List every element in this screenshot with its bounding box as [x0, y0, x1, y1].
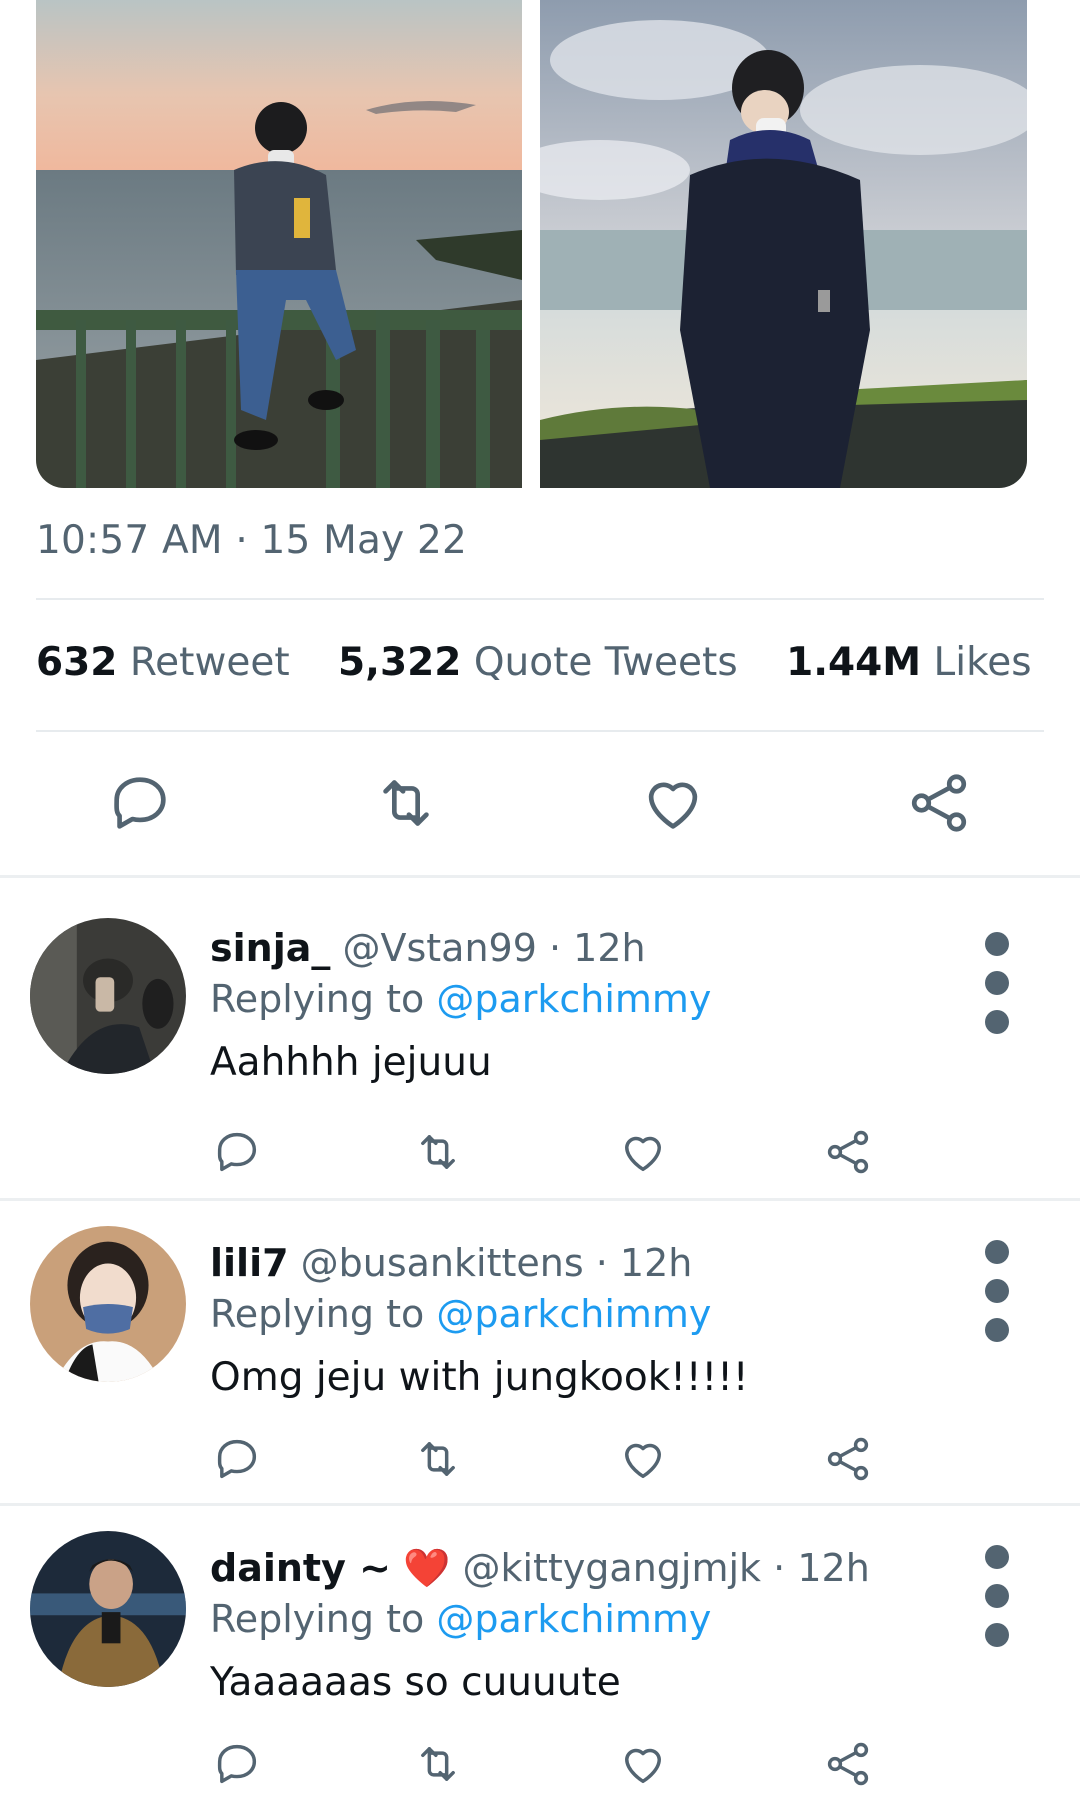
mention-link[interactable]: @parkchimmy — [436, 977, 711, 1021]
tweet-stats: 632 Retweet 5,322 Quote Tweets 1.44M Lik… — [36, 640, 1068, 685]
red-heart-emoji: ❤️ — [403, 1546, 451, 1590]
reply-author-name[interactable]: sinja_ — [210, 926, 330, 970]
replying-to: Replying to @parkchimmy — [210, 977, 712, 1021]
reply-icon[interactable] — [105, 768, 175, 838]
mention-link[interactable]: @parkchimmy — [436, 1597, 711, 1641]
reply-text: Aahhhh jejuuu — [210, 1040, 492, 1085]
reply-author-name[interactable]: dainty ~ — [210, 1546, 391, 1590]
tweet-action-bar — [0, 760, 1080, 850]
reply-author-name[interactable]: lili7 — [210, 1241, 289, 1285]
like-icon[interactable] — [617, 1738, 669, 1790]
reply-author-handle[interactable]: @Vstan99 — [342, 926, 536, 970]
reply-action-bar — [0, 1738, 1080, 1798]
reply-tweet[interactable]: sinja_ @Vstan99 · 12h Replying to @parkc… — [0, 878, 1080, 1198]
more-options-icon[interactable] — [982, 1231, 1012, 1342]
stat-likes[interactable]: 1.44M Likes — [786, 640, 1032, 685]
retweet-icon[interactable] — [412, 1126, 464, 1178]
avatar-image — [30, 1226, 186, 1382]
avatar-image — [30, 918, 186, 1074]
reply-icon[interactable] — [211, 1738, 263, 1790]
reply-action-bar — [0, 1126, 1080, 1186]
tweet-photo-2[interactable] — [540, 0, 1027, 488]
retweet-icon[interactable] — [412, 1433, 464, 1485]
dot-separator: · — [548, 926, 562, 970]
reply-tweet[interactable]: dainty ~ ❤️ @kittygangjmjk · 12h Replyin… — [0, 1506, 1080, 1796]
avatar[interactable] — [30, 918, 186, 1074]
tweet-media — [36, 0, 1027, 488]
photo-seaside-railing — [36, 0, 522, 488]
tweet-photo-1[interactable] — [36, 0, 522, 488]
share-icon[interactable] — [822, 1738, 874, 1790]
divider — [36, 598, 1044, 600]
like-icon[interactable] — [638, 768, 708, 838]
reply-time[interactable]: 12h — [797, 1546, 869, 1590]
photo-beach-coat — [540, 0, 1027, 488]
reply-icon[interactable] — [211, 1126, 263, 1178]
share-icon[interactable] — [904, 768, 974, 838]
divider — [36, 730, 1044, 732]
like-icon[interactable] — [617, 1126, 669, 1178]
retweet-icon[interactable] — [371, 768, 441, 838]
reply-action-bar — [0, 1433, 1080, 1493]
share-icon[interactable] — [822, 1433, 874, 1485]
more-options-icon[interactable] — [982, 1536, 1012, 1647]
reply-icon[interactable] — [211, 1433, 263, 1485]
retweet-icon[interactable] — [412, 1738, 464, 1790]
reply-author-handle[interactable]: @kittygangjmjk — [462, 1546, 761, 1590]
more-options-icon[interactable] — [982, 923, 1012, 1034]
avatar[interactable] — [30, 1226, 186, 1382]
dot-separator: · — [595, 1241, 608, 1285]
share-icon[interactable] — [822, 1126, 874, 1178]
stat-retweets[interactable]: 632 Retweet — [36, 640, 302, 685]
stat-quote-tweets[interactable]: 5,322 Quote Tweets — [338, 640, 750, 685]
dot-separator: · — [773, 1546, 786, 1590]
mention-link[interactable]: @parkchimmy — [436, 1292, 711, 1336]
reply-text: Yaaaaaas so cuuuute — [210, 1660, 621, 1705]
reply-tweet[interactable]: lili7 @busankittens · 12h Replying to @p… — [0, 1201, 1080, 1503]
replying-to: Replying to @parkchimmy — [210, 1292, 712, 1336]
avatar[interactable] — [30, 1531, 186, 1687]
reply-author-handle[interactable]: @busankittens — [301, 1241, 584, 1285]
reply-time[interactable]: 12h — [620, 1241, 692, 1285]
reply-time[interactable]: 12h — [573, 926, 645, 970]
avatar-image — [30, 1531, 186, 1687]
like-icon[interactable] — [617, 1433, 669, 1485]
reply-text: Omg jeju with jungkook!!!!! — [210, 1355, 749, 1400]
tweet-timestamp[interactable]: 10:57 AM · 15 May 22 — [36, 518, 467, 563]
replying-to: Replying to @parkchimmy — [210, 1597, 712, 1641]
